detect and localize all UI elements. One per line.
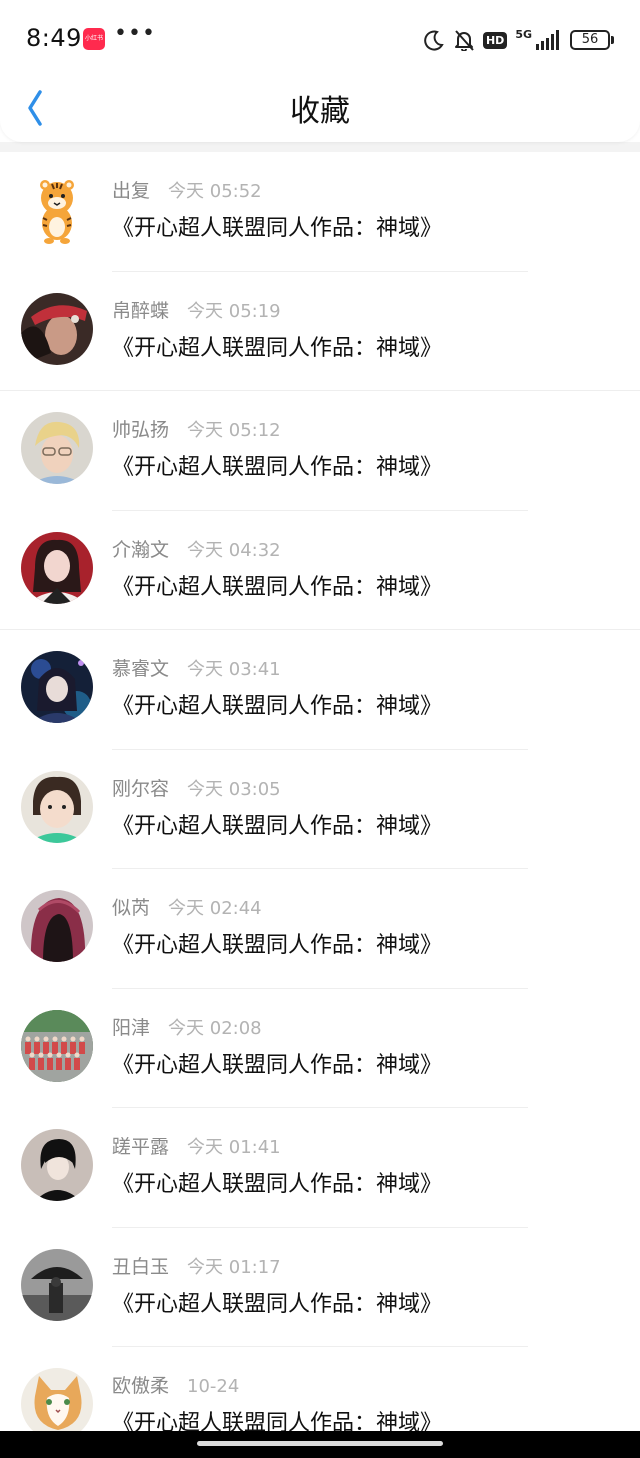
signal-icon [536,30,559,50]
list-item[interactable]: 帛醉蝶 今天 05:19 《开心超人联盟同人作品：神域》 [0,272,640,391]
user-photo-avatar-icon [21,770,93,843]
status-bar: 8:49 小红书 ••• HD 5G 56 [0,0,640,80]
status-icons: HD 5G 56 [423,26,614,54]
user-photo-avatar-icon [21,1009,93,1082]
user-photo-avatar-icon [21,292,93,365]
item-time: 今天 01:17 [187,1256,281,1278]
list-item[interactable]: 欧傲柔 10-24 《开心超人联盟同人作品：神域》 [0,1347,640,1431]
user-name: 丑白玉 [112,1255,170,1278]
user-photo-avatar-icon [21,1368,93,1431]
user-name: 帛醉蝶 [112,299,170,322]
item-title: 《开心超人联盟同人作品：神域》 [112,1052,443,1078]
item-meta: 刚尔容 今天 03:05 [112,774,281,801]
item-meta: 欧傲柔 10-24 [112,1371,239,1398]
item-time: 今天 01:41 [187,1137,281,1158]
item-time: 今天 05:52 [168,181,262,202]
avatar [21,1248,93,1321]
avatar [21,173,93,245]
item-time: 今天 04:32 [187,539,281,561]
list-item[interactable]: 似芮 今天 02:44 《开心超人联盟同人作品：神域》 [0,869,640,989]
list-item[interactable]: 刚尔容 今天 03:05 《开心超人联盟同人作品：神域》 [0,750,640,869]
item-meta: 阳津 今天 02:08 [112,1013,262,1040]
favorites-list: 出复 今天 05:52 《开心超人联盟同人作品：神域》 帛醉蝶 今天 05:19 《… [0,152,640,1431]
user-photo-avatar-icon [21,890,93,962]
more-notifications-icon: ••• [114,21,156,46]
item-time: 今天 02:44 [168,898,262,919]
avatar [21,890,93,962]
user-name: 慕睿文 [112,658,170,680]
list-item[interactable]: 介瀚文 今天 04:32 《开心超人联盟同人作品：神域》 [0,511,640,630]
hd-icon: HD [482,31,508,49]
user-photo-avatar-icon [21,1129,93,1201]
system-nav-bar [0,1431,640,1458]
item-time: 今天 05:12 [187,420,281,441]
list-item[interactable]: 帅弘扬 今天 05:12 《开心超人联盟同人作品：神域》 [0,391,640,511]
app-badge-icon: 小红书 [83,28,105,50]
home-indicator[interactable] [197,1441,443,1446]
user-name: 欧傲柔 [112,1375,170,1397]
item-time: 今天 02:08 [168,1017,262,1039]
item-title: 《开心超人联盟同人作品：神域》 [112,216,443,241]
item-meta: 出复 今天 05:52 [112,176,262,203]
avatar [21,770,93,843]
user-photo-avatar-icon [21,1248,93,1321]
item-title: 《开心超人联盟同人作品：神域》 [112,1172,443,1197]
user-photo-avatar-icon [21,412,93,484]
item-title: 《开心超人联盟同人作品：神域》 [112,694,443,719]
avatar [21,651,93,723]
battery-icon: 56 [570,30,614,50]
item-title: 《开心超人联盟同人作品：神域》 [112,335,443,361]
list-item[interactable]: 丑白玉 今天 01:17 《开心超人联盟同人作品：神域》 [0,1228,640,1347]
header-spacer [0,142,640,152]
user-photo-avatar-icon [21,651,93,723]
user-name: 阳津 [112,1016,151,1039]
page-title: 收藏 [290,94,350,129]
item-meta: 介瀚文 今天 04:32 [112,535,281,562]
item-title: 《开心超人联盟同人作品：神域》 [112,813,443,839]
list-item[interactable]: 蹉平露 今天 01:41 《开心超人联盟同人作品：神域》 [0,1108,640,1228]
item-time: 10-24 [187,1376,240,1397]
item-title: 《开心超人联盟同人作品：神域》 [112,455,443,480]
moon-icon [424,30,444,51]
bell-muted-icon [454,30,474,51]
user-name: 蹉平露 [112,1136,170,1158]
item-meta: 丑白玉 今天 01:17 [112,1252,281,1279]
user-name: 刚尔容 [112,777,170,800]
item-meta: 慕睿文 今天 03:41 [112,654,281,681]
screen: 8:49 小红书 ••• HD 5G 56 收藏 出复 今天 05:52 《开心… [0,0,640,1458]
item-meta: 似芮 今天 02:44 [112,893,262,920]
avatar [21,412,93,484]
list-item[interactable]: 慕睿文 今天 03:41 《开心超人联盟同人作品：神域》 [0,630,640,750]
item-time: 今天 03:05 [187,778,281,800]
tiger-avatar-icon [40,180,74,244]
nav-bar: 收藏 [0,80,640,140]
user-name: 帅弘扬 [112,419,170,441]
avatar [21,1009,93,1082]
item-meta: 帛醉蝶 今天 05:19 [112,296,281,323]
item-title: 《开心超人联盟同人作品：神域》 [112,574,443,600]
item-time: 今天 03:41 [187,659,281,680]
avatar [21,1129,93,1201]
network-type: 5G [515,27,532,41]
avatar [21,531,93,604]
item-meta: 蹉平露 今天 01:41 [112,1132,281,1159]
user-name: 似芮 [112,897,151,919]
user-photo-avatar-icon [21,531,93,604]
item-title: 《开心超人联盟同人作品：神域》 [112,1411,443,1431]
avatar [21,1368,93,1431]
item-title: 《开心超人联盟同人作品：神域》 [112,933,443,958]
user-name: 介瀚文 [112,538,170,561]
user-name: 出复 [112,180,151,202]
item-meta: 帅弘扬 今天 05:12 [112,415,281,442]
item-title: 《开心超人联盟同人作品：神域》 [112,1291,443,1317]
header: 8:49 小红书 ••• HD 5G 56 收藏 [0,0,640,142]
list-item[interactable]: 阳津 今天 02:08 《开心超人联盟同人作品：神域》 [0,989,640,1108]
status-time: 8:49 [26,24,82,52]
avatar [21,292,93,365]
list-item[interactable]: 出复 今天 05:52 《开心超人联盟同人作品：神域》 [0,152,640,272]
item-time: 今天 05:19 [187,300,281,322]
